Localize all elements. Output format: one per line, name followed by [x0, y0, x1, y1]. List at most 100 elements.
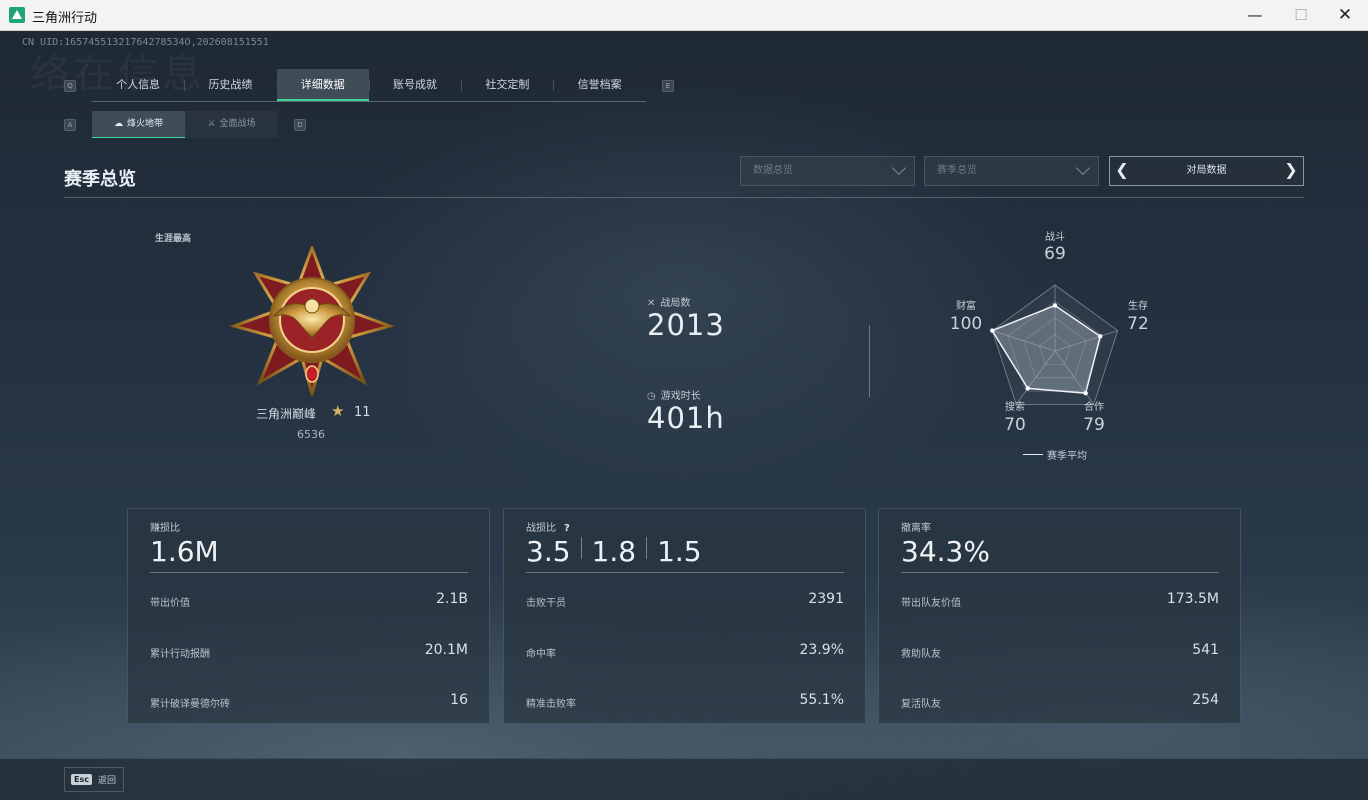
star-icon: ★	[331, 402, 345, 420]
radar-label-search: 搜索	[1005, 402, 1025, 413]
profit-loss-label: 赚损比	[150, 523, 180, 534]
extraction-rate-label: 撤离率	[901, 523, 931, 534]
subtab-operations[interactable]: ☁ 烽火地带	[92, 111, 185, 138]
legend-line	[1023, 454, 1043, 455]
window-titlebar: 三角洲行动 — ☐ ✕	[0, 0, 1368, 31]
radar-point	[1097, 334, 1103, 339]
tab-match-history[interactable]: 历史战绩	[184, 69, 276, 101]
ratio-separator	[580, 537, 582, 559]
stat-row: 累计行动报酬 20.1M	[150, 642, 468, 662]
stat-row-label: 击败干员	[526, 598, 566, 609]
playtime-value: 401h	[647, 401, 725, 435]
stat-row: 带出价值 2.1B	[150, 591, 468, 611]
kd-ratio-label-text: 战损比	[526, 523, 556, 534]
back-label: 返回	[97, 776, 116, 786]
player-uid: CN UID:16574551321764278534O,20260815155…	[22, 37, 269, 48]
playtime-label: ◷ 游戏时长	[647, 387, 701, 402]
match-data-pager: ❮ 对局数据 ❯	[1109, 156, 1304, 186]
tab-credit-record[interactable]: 信誉档案	[553, 69, 645, 101]
stat-row-label: 累计破译曼德尔砖	[150, 699, 230, 710]
stat-row-value: 23.9%	[799, 642, 844, 658]
extraction-rate-card: 撤离率 34.3% 带出队友价值 173.5M 救助队友 541 复活队友 25…	[878, 508, 1241, 724]
radar-label-survival: 生存	[1128, 301, 1148, 312]
matches-value: 2013	[647, 308, 725, 342]
profit-loss-value: 1.6M	[150, 535, 219, 568]
stat-row: 累计破译曼德尔砖 16	[150, 692, 468, 712]
stat-row-value: 254	[1192, 692, 1219, 708]
key-hint-d: D	[294, 119, 306, 131]
legend-season-average: 赛季平均	[1047, 451, 1087, 462]
matches-label: ✕ 战局数	[647, 294, 690, 309]
subtab-warfare-label: 全面战场	[219, 119, 256, 129]
season-dropdown[interactable]: 赛季总览	[924, 156, 1099, 186]
profit-loss-card: 赚损比 1.6M 带出价值 2.1B 累计行动报酬 20.1M 累计破译曼德尔砖…	[127, 508, 490, 724]
kd-ratio-label: 战损比?	[526, 519, 570, 534]
esc-key-hint: Esc	[71, 774, 92, 785]
stat-row: 精准击败率 55.1%	[526, 692, 844, 712]
game-viewport: 络在信息 CN UID:16574551321764278534O,202608…	[0, 31, 1368, 800]
stat-row: 带出队友价值 173.5M	[901, 591, 1219, 611]
kd-ratio-value: 3.5	[526, 535, 571, 568]
radar-point	[1052, 303, 1058, 308]
stat-row-value: 2391	[808, 591, 844, 607]
stat-row-value: 541	[1192, 642, 1219, 658]
ratio-separator	[646, 537, 648, 559]
stat-row-label: 救助队友	[901, 649, 941, 660]
card-divider	[901, 572, 1219, 573]
kd-ratio-value: 1.5	[657, 535, 702, 568]
main-tabbar: 个人信息 历史战绩 详细数据 账号成就 社交定制 信誉档案	[92, 69, 646, 102]
stat-row-value: 2.1B	[436, 591, 468, 607]
radar-point	[1025, 386, 1031, 391]
rank-name: 三角洲巅峰	[256, 407, 317, 421]
chevron-down-icon	[1075, 160, 1091, 176]
radar-value-combat: 69	[1044, 244, 1066, 264]
prev-arrow-icon[interactable]: ❮	[1112, 157, 1132, 185]
tab-detailed-data[interactable]: 详细数据	[276, 69, 369, 101]
data-overview-dropdown[interactable]: 数据总览	[740, 156, 915, 186]
stat-row-label: 带出队友价值	[901, 598, 961, 609]
section-divider	[64, 197, 1304, 198]
radar-value-survival: 72	[1127, 314, 1149, 334]
tab-personal-info[interactable]: 个人信息	[92, 69, 184, 101]
rank-medal-icon	[230, 246, 395, 396]
back-button[interactable]: Esc 返回	[64, 767, 124, 792]
kd-ratio-card: 战损比? 3.5 1.8 1.5 击败干员 2391 命中率 23.9% 精准击败率…	[503, 508, 866, 724]
card-divider	[150, 572, 468, 573]
rank-level: 11	[354, 405, 371, 420]
match-data-label: 对局数据	[1186, 165, 1227, 176]
extraction-rate-value: 34.3%	[901, 535, 990, 568]
tab-social[interactable]: 社交定制	[461, 69, 553, 101]
kd-ratio-value: 1.8	[591, 535, 637, 568]
stat-row: 命中率 23.9%	[526, 642, 844, 662]
radar-label-wealth: 财富	[956, 301, 976, 312]
close-button[interactable]: ✕	[1322, 0, 1368, 31]
minimize-button[interactable]: —	[1232, 0, 1278, 31]
stat-row: 救助队友 541	[901, 642, 1219, 662]
radar-label-cooperation: 合作	[1084, 402, 1104, 413]
key-hint-e: E	[662, 80, 674, 92]
stat-row: 击败干员 2391	[526, 591, 844, 611]
radar-point	[1083, 390, 1088, 396]
subtab-warfare[interactable]: ⚔ 全面战场	[185, 111, 278, 138]
radar-label-combat: 战斗	[1045, 232, 1065, 243]
app-logo-icon	[9, 7, 25, 23]
card-divider	[526, 572, 844, 573]
mode-tabbar: ☁ 烽火地带 ⚔ 全面战场	[92, 111, 278, 138]
warfare-icon: ⚔	[207, 119, 216, 129]
next-arrow-icon[interactable]: ❯	[1281, 157, 1301, 185]
window-title: 三角洲行动	[32, 11, 98, 26]
section-title: 赛季总览	[64, 169, 136, 190]
stat-row-value: 20.1M	[424, 642, 468, 658]
tab-achievements[interactable]: 账号成就	[368, 69, 461, 101]
maximize-button[interactable]: ☐	[1278, 0, 1324, 31]
stat-row-value: 55.1%	[799, 692, 844, 708]
stat-row-value: 173.5M	[1166, 591, 1219, 607]
radar-value-wealth: 100	[949, 314, 983, 334]
stat-row: 复活队友 254	[901, 692, 1219, 712]
stat-row-value: 16	[450, 692, 468, 708]
chevron-down-icon	[891, 160, 907, 176]
footer-bar: Esc 返回	[0, 758, 1368, 800]
subtab-operations-label: 烽火地带	[126, 119, 163, 129]
radar-value-cooperation: 79	[1083, 415, 1105, 435]
help-icon[interactable]: ?	[564, 523, 570, 534]
